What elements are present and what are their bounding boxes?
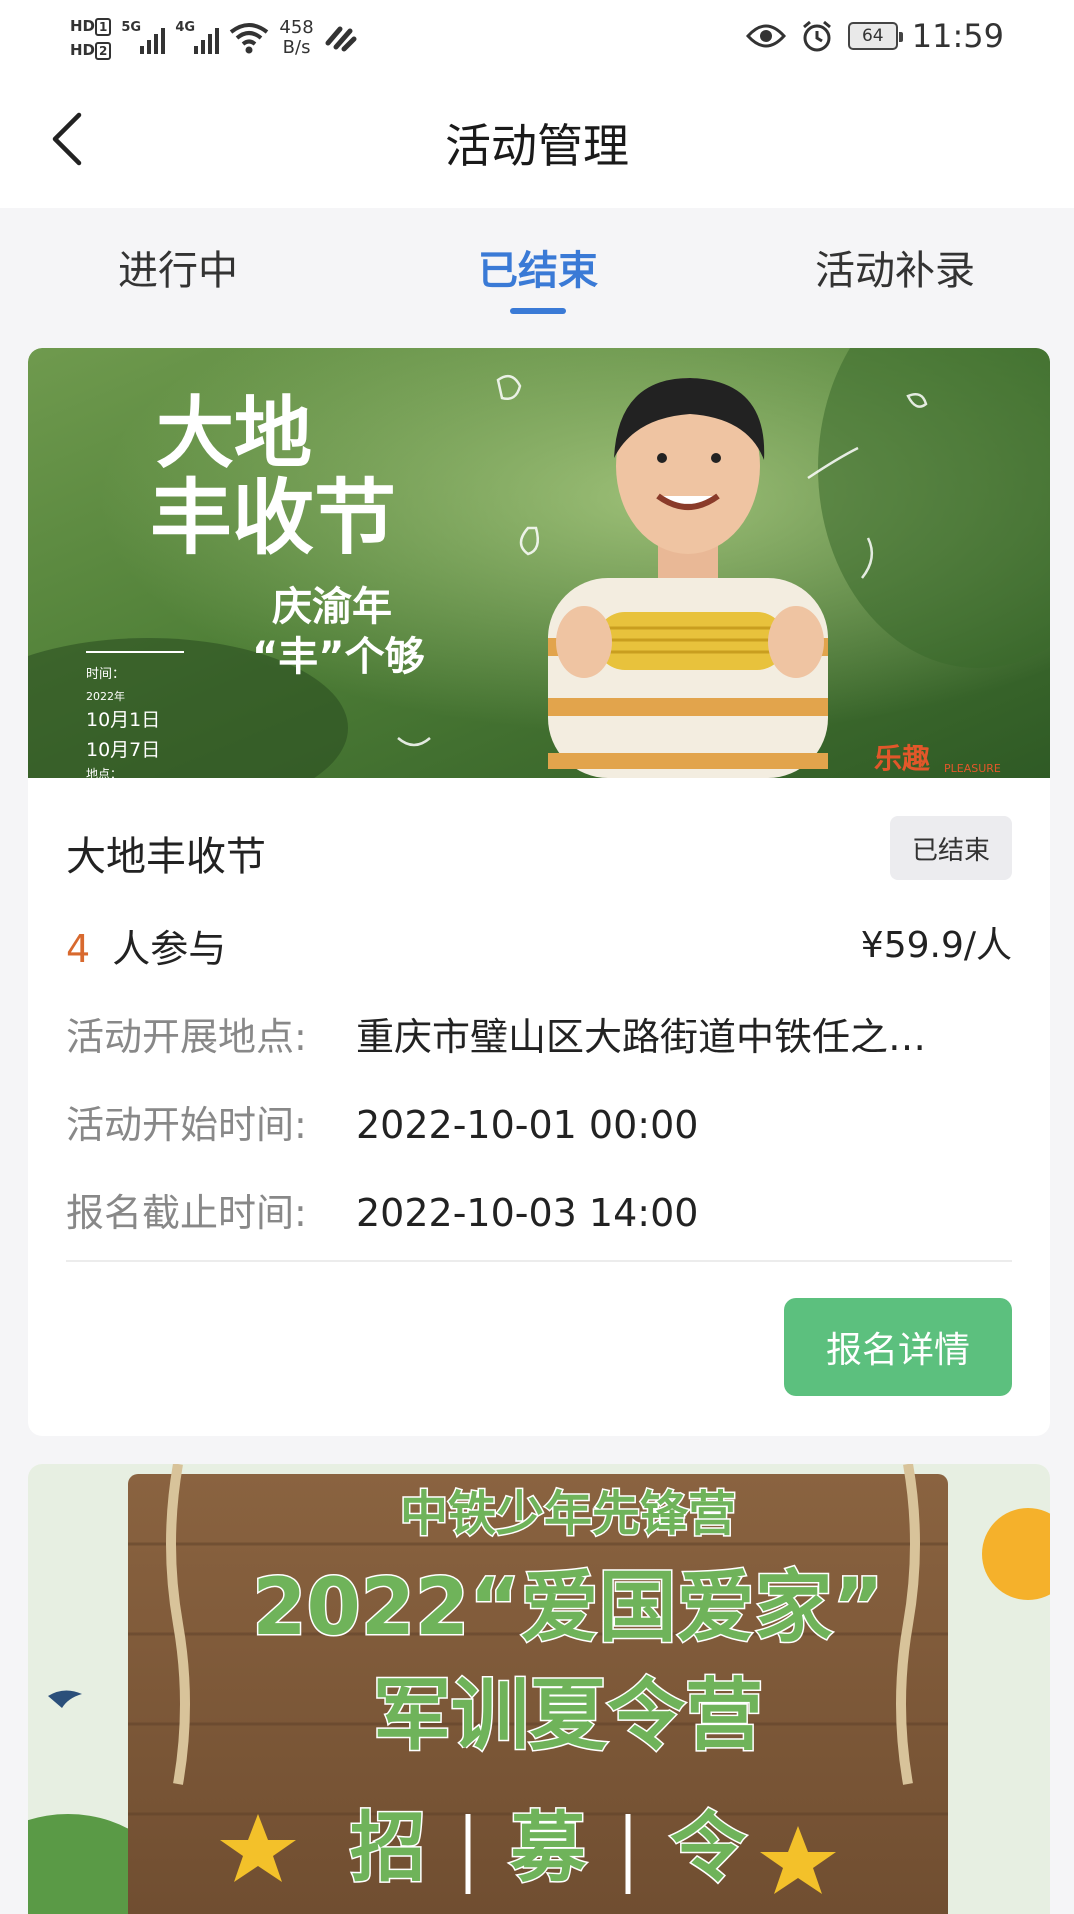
svg-text:令: 令 (670, 1803, 747, 1892)
svg-text:时间：: 时间： (86, 667, 125, 682)
svg-text:2022“爱国爱家”: 2022“爱国爱家” (252, 1563, 884, 1653)
active-tab-indicator (510, 308, 566, 314)
signal-5g-icon: 5G (121, 18, 166, 58)
svg-text:大地: 大地 (156, 389, 312, 479)
participant-info: 4 人参与 (66, 918, 226, 973)
status-badge: 已结束 (890, 816, 1012, 880)
alarm-icon (802, 20, 831, 52)
page-title: 活动管理 (445, 119, 629, 173)
start-time-label: 活动开始时间: (66, 1103, 307, 1147)
svg-text:“丰”个够: “丰”个够 (252, 634, 425, 680)
svg-text:2022年: 2022年 (86, 689, 125, 703)
svg-text:地点：: 地点： (86, 767, 122, 778)
wifi-icon (230, 23, 269, 54)
signal-4g-icon: 4G (175, 18, 220, 58)
activity-card[interactable]: 中铁少年先锋营 2022“爱国爱家” 军训夏令营 招 募 令 (28, 1464, 1050, 1914)
divider (66, 1260, 1012, 1262)
location-label: 活动开展地点: (66, 1015, 307, 1059)
svg-text:10月7日: 10月7日 (86, 739, 160, 761)
svg-text:招: 招 (350, 1803, 426, 1892)
svg-text:中铁少年先锋营: 中铁少年先锋营 (400, 1486, 736, 1542)
svg-text:庆渝年: 庆渝年 (272, 584, 392, 630)
hd-voice-2-icon: HD 2 (70, 40, 112, 60)
deadline-row: 报名截止时间: 2022-10-03 14:00 (66, 1182, 698, 1237)
activity-card[interactable]: 大地 丰收节 庆渝年 “丰”个够 时间： 2022年 10月1日 10月7日 地… (28, 348, 1050, 1436)
price: ¥59.9/人 (860, 925, 1012, 966)
tab-supplement[interactable]: 活动补录 (815, 238, 975, 296)
location-row: 活动开展地点: 重庆市璧山区大路街道中铁任之… (66, 1006, 926, 1061)
clock: 11:59 (911, 17, 1004, 55)
registration-details-button[interactable]: 报名详情 (784, 1298, 1012, 1396)
battery-icon: 64 (847, 22, 903, 50)
svg-text:募: 募 (509, 1803, 587, 1892)
nav-header: 活动管理 (0, 72, 1074, 208)
svg-text:PLEASURE: PLEASURE (944, 762, 1001, 775)
deadline-label: 报名截止时间: (66, 1191, 307, 1235)
participant-label: 人参与 (112, 927, 227, 971)
activity-banner: 中铁少年先锋营 2022“爱国爱家” 军训夏令营 招 募 令 (28, 1464, 1050, 1914)
svg-text:军训夏令营: 军训夏令营 (373, 1671, 763, 1761)
svg-text:乐趣: 乐趣 (874, 742, 930, 775)
network-speed: 458 B/s (279, 17, 314, 58)
hd-voice-1-icon: HD 1 (70, 16, 112, 36)
activity-banner: 大地 丰收节 庆渝年 “丰”个够 时间： 2022年 10月1日 10月7日 地… (28, 348, 1050, 778)
start-time-value: 2022-10-01 00:00 (356, 1103, 699, 1147)
link-app-icon (325, 26, 357, 52)
activity-title: 大地丰收节 (66, 834, 266, 880)
svg-text:丰收节: 丰收节 (150, 471, 396, 566)
status-bar: HD 1 HD 2 5G 4G 458 B/s 64 11:59 (0, 0, 1074, 72)
svg-text:10月1日: 10月1日 (86, 709, 160, 731)
location-value: 重庆市璧山区大路街道中铁任之… (356, 1015, 927, 1059)
deadline-value: 2022-10-03 14:00 (356, 1191, 699, 1235)
participant-count: 4 (66, 927, 91, 971)
start-time-row: 活动开始时间: 2022-10-01 00:00 (66, 1094, 698, 1149)
tab-bar: 进行中 已结束 活动补录 (0, 208, 1074, 320)
tab-ongoing[interactable]: 进行中 (118, 238, 238, 296)
tab-ended[interactable]: 已结束 (478, 238, 598, 296)
eye-icon (745, 24, 786, 48)
